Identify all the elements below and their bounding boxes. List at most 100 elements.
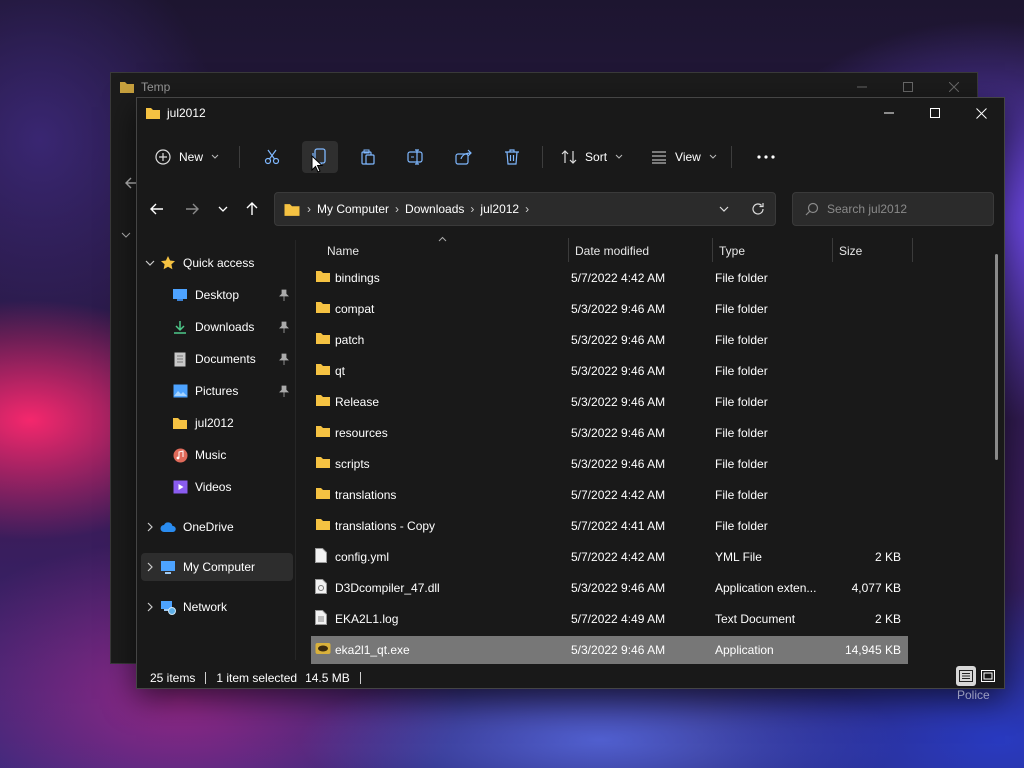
sidebar-item-onedrive[interactable]: OneDrive [141,513,293,541]
network-icon [159,600,177,615]
column-header-type[interactable]: Type [719,244,745,258]
forward-button[interactable] [178,195,206,223]
file-name: scripts [335,457,370,471]
column-header-name[interactable]: Name [327,244,359,258]
column-header-size[interactable]: Size [839,244,862,258]
details-view-button[interactable] [956,666,976,686]
dll-file-icon [315,579,327,594]
delete-button[interactable] [494,141,530,173]
sort-button[interactable]: Sort [557,141,627,173]
maximize-button[interactable] [912,98,958,128]
file-row[interactable]: qt 5/3/2022 9:46 AM File folder [311,357,908,385]
file-row[interactable]: eka2l1_qt.exe 5/3/2022 9:46 AM Application… [311,636,908,664]
sidebar-item-my-computer[interactable]: My Computer [141,553,293,581]
search-box[interactable] [792,192,994,226]
see-more-button[interactable] [748,141,784,173]
search-icon [805,202,819,216]
share-button[interactable] [446,141,482,173]
sidebar-item-label: Downloads [195,320,255,334]
vertical-scrollbar[interactable] [995,254,998,460]
trash-icon [504,149,520,165]
selection-size: 14.5 MB [305,671,350,685]
file-list: Name Date modified Type Size bindings 5/7… [307,236,992,664]
new-button[interactable]: New [149,141,225,173]
column-divider[interactable] [912,238,913,262]
navigation-pane: Quick access Desktop Downloads Documents… [137,240,295,658]
bg-window-title: Temp [141,80,171,94]
refresh-button[interactable] [741,193,775,225]
breadcrumb-jul2012[interactable]: jul2012 [480,202,519,216]
address-bar[interactable]: › My Computer › Downloads › jul2012 › [274,192,776,226]
sidebar-item-music[interactable]: Music [141,441,293,469]
column-divider[interactable] [568,238,569,262]
file-type: Application exten... [715,581,817,595]
up-button[interactable] [238,195,266,223]
folder-icon [315,300,331,314]
sidebar-item-jul2012[interactable]: jul2012 [141,409,293,437]
sidebar-item-label: Desktop [195,288,240,302]
titlebar[interactable]: jul2012 [137,98,1004,128]
file-row[interactable]: translations - Copy 5/7/2022 4:41 AM File … [311,512,908,540]
column-divider[interactable] [712,238,713,262]
explorer-window[interactable]: jul2012 New Sort View › My Computer › Do… [136,97,1005,689]
close-button[interactable] [958,98,1004,128]
file-row[interactable]: config.yml 5/7/2022 4:42 AM YML File 2 KB [311,543,908,571]
file-row[interactable]: EKA2L1.log 5/7/2022 4:49 AM Text Document 2… [311,605,908,633]
sidebar-item-videos[interactable]: Videos [141,473,293,501]
chevron-right-icon[interactable] [141,562,159,572]
file-row[interactable]: resources 5/3/2022 9:46 AM File folder [311,419,908,447]
plus-circle-icon [155,149,171,165]
sidebar-item-downloads[interactable]: Downloads [141,313,293,341]
back-button[interactable] [143,195,171,223]
command-bar: New Sort View [137,136,1004,178]
sidebar-item-network[interactable]: Network [141,593,293,621]
rename-button[interactable] [398,141,434,173]
file-row[interactable]: D3Dcompiler_47.dll 5/3/2022 9:46 AM Applic… [311,574,908,602]
view-button[interactable]: View [647,141,721,173]
pane-divider[interactable] [295,240,296,660]
sidebar-item-label: My Computer [183,560,256,574]
sidebar-item-quick-access[interactable]: Quick access [141,249,293,277]
file-row[interactable]: scripts 5/3/2022 9:46 AM File folder [311,450,908,478]
new-label: New [179,150,204,164]
folder-icon [315,269,331,283]
large-icons-view-button[interactable] [978,666,998,686]
cut-button[interactable] [254,141,290,173]
file-row[interactable]: bindings 5/7/2022 4:42 AM File folder [311,264,908,292]
sidebar-item-desktop[interactable]: Desktop [141,281,293,309]
file-type: YML File [715,550,762,564]
sidebar-item-label: Videos [195,480,232,494]
share-icon [455,149,473,165]
paste-button[interactable] [350,141,386,173]
file-name: patch [335,333,365,347]
pictures-icon [171,384,189,398]
folder-icon [315,331,331,345]
file-row[interactable]: translations 5/7/2022 4:42 AM File folder [311,481,908,509]
file-name: bindings [335,271,380,285]
address-history-button[interactable] [707,193,741,225]
recent-locations-button[interactable] [209,195,237,223]
breadcrumb-downloads[interactable]: Downloads [405,202,464,216]
minimize-button[interactable] [866,98,912,128]
file-type: File folder [715,426,768,440]
view-list-icon [651,150,667,164]
breadcrumb-separator-icon: › [395,202,400,216]
chevron-right-icon[interactable] [141,602,159,612]
column-header-date[interactable]: Date modified [575,244,649,258]
file-type: File folder [715,302,768,316]
more-dots-icon [757,155,775,159]
folder-icon [171,416,189,430]
bg-chevron-down-icon[interactable] [121,231,131,239]
breadcrumb-my-computer[interactable]: My Computer [317,202,389,216]
chevron-down-icon[interactable] [141,260,159,267]
cloud-icon [159,521,177,533]
file-row[interactable]: Release 5/3/2022 9:46 AM File folder [311,388,908,416]
file-row[interactable]: compat 5/3/2022 9:46 AM File folder [311,295,908,323]
file-name: translations [335,488,397,502]
sidebar-item-documents[interactable]: Documents [141,345,293,373]
sidebar-item-pictures[interactable]: Pictures [141,377,293,405]
chevron-right-icon[interactable] [141,522,159,532]
column-divider[interactable] [832,238,833,262]
search-input[interactable] [827,202,987,216]
file-row[interactable]: patch 5/3/2022 9:46 AM File folder [311,326,908,354]
